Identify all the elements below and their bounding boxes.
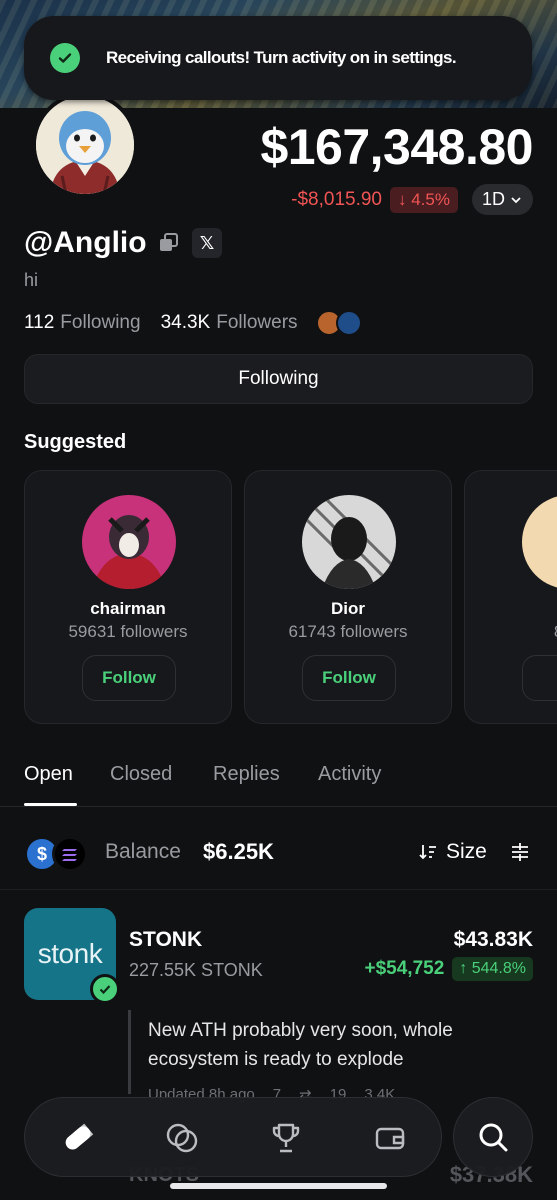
position-pnl: +$54,752 [364,958,445,979]
trophy-icon[interactable] [266,1118,306,1158]
follow-button[interactable] [522,655,557,701]
suggested-card[interactable]: g 886 [464,470,557,724]
position-pnl-row: +$54,752 ↑ 544.8% [364,957,533,981]
toast-message: Receiving callouts! Turn activity on in … [106,48,457,67]
token-symbol: STONK [129,928,203,951]
home-indicator[interactable] [170,1183,387,1189]
suggested-avatar [82,495,176,589]
suggested-followers: 59631 followers [68,622,188,641]
balance-tokens: $ [24,836,94,872]
solana-icon [52,836,88,872]
sort-label: Size [446,840,487,863]
filter-icon[interactable] [509,841,531,863]
wallet-icon[interactable] [370,1118,410,1158]
copy-icon[interactable] [158,232,180,254]
coins-icon[interactable] [162,1118,202,1158]
mutual-avatar [335,310,362,336]
suggested-avatar [302,495,396,589]
sort-icon [419,845,436,860]
verified-icon [90,974,120,1004]
followers-label[interactable]: Followers [216,312,297,334]
position-pnl-badge: ↑ 544.8% [452,957,533,981]
suggested-avatar [522,495,557,589]
divider [0,889,557,890]
tab-activity[interactable]: Activity [318,763,381,786]
tab-open[interactable]: Open [24,763,73,786]
pnl-percent-badge: ↓ 4.5% [390,186,458,213]
position-row[interactable]: stonk STONK 227.55K STONK $43.83K +$54,7… [0,906,557,1126]
balance-label: Balance [105,840,181,863]
suggested-title: Suggested [24,431,127,453]
callout-toast[interactable]: Receiving callouts! Turn activity on in … [24,16,532,100]
positions-tabs: Open Closed Replies Activity [0,755,557,807]
mutual-followers[interactable] [315,310,362,336]
suggested-name: chairman [90,599,166,618]
x-profile-link[interactable]: 𝕏 [192,228,222,258]
pnl-row: -$8,015.90 ↓ 4.5% 1D [291,184,533,215]
check-icon [50,43,80,73]
position-value: $43.83K [453,928,533,951]
callout-text[interactable]: New ATH probably very soon, whole ecosys… [148,1016,528,1074]
suggested-name: Dior [331,599,365,618]
username: @Anglio [24,226,147,259]
suggested-followers: 886 [465,622,557,642]
tab-closed[interactable]: Closed [110,763,172,786]
follow-button[interactable]: Follow [302,655,396,701]
balance-value: $6.25K [203,839,274,864]
bio: hi [24,270,39,290]
follow-stats: 112 Following 34.3K Followers [24,310,362,336]
portfolio-value: $167,348.80 [260,119,533,175]
suggested-name: g [465,599,557,619]
time-range-selector[interactable]: 1D [471,184,533,215]
following-button[interactable]: Following [24,354,533,404]
tab-replies[interactable]: Replies [213,763,280,786]
follow-button[interactable]: Follow [82,655,176,701]
following-count[interactable]: 112 [24,312,54,334]
search-icon [479,1123,508,1152]
following-label[interactable]: Following [60,312,140,334]
pill-icon[interactable] [58,1118,98,1158]
followers-count[interactable]: 34.3K [161,312,211,334]
suggested-list[interactable]: chairman 59631 followers Follow Dior 617… [24,470,557,726]
x-logo-icon: 𝕏 [199,232,215,253]
search-button[interactable] [453,1097,533,1177]
active-tab-indicator [24,803,77,806]
pnl-amount: -$8,015.90 [291,188,382,210]
suggested-card[interactable]: chairman 59631 followers Follow [24,470,232,724]
token-amount: 227.55K STONK [129,960,263,980]
callout-bar [128,1010,131,1094]
balance-row: $ Balance $6.25K Size [0,830,557,876]
suggested-followers: 61743 followers [288,622,408,641]
profile-avatar[interactable] [32,92,138,198]
suggested-card[interactable]: Dior 61743 followers Follow [244,470,452,724]
sort-button[interactable]: Size [418,840,487,864]
chevron-down-icon [511,196,521,203]
bottom-nav [24,1097,442,1177]
time-range-label: 1D [481,189,505,209]
